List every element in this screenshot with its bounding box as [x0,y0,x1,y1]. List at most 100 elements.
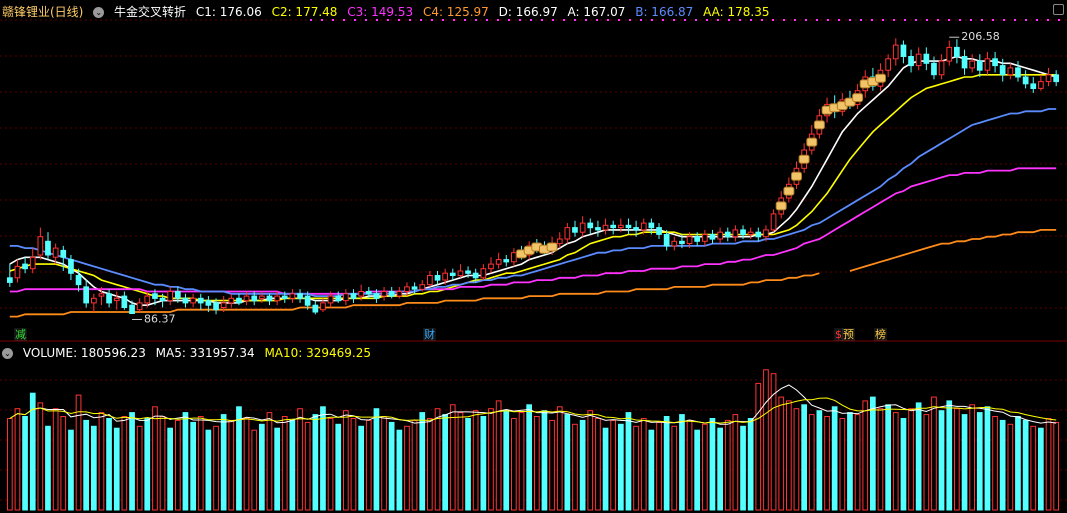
volume-bar [335,423,342,511]
candle [976,60,983,71]
candle [144,295,151,304]
magenta-dot [1036,19,1038,21]
candle [350,293,357,299]
volume-bar [686,419,693,511]
volume-bar [694,429,700,511]
volume-bar [427,418,433,511]
candle [488,263,494,270]
event-badge-forecast[interactable]: 预 [842,328,855,341]
candle [175,291,181,299]
volume-bar [923,414,930,511]
candle [159,297,166,302]
candle [1045,74,1052,83]
candle [427,275,433,286]
volume-bar [259,423,265,511]
yellow-signal-marker [775,201,787,211]
magenta-dot [915,19,917,21]
candle [633,227,639,231]
volume-bar [495,400,502,511]
volume-bar [136,425,143,511]
volume-bar [931,396,937,511]
volume-bar [518,412,525,511]
candle [579,222,586,233]
event-badge-list[interactable]: 榜 [874,328,887,341]
volume-bar [228,419,235,511]
volume-bar [457,412,464,511]
indicator-name[interactable]: 牛金交叉转折 [114,5,186,19]
volume-bar [610,419,616,511]
candle [106,293,112,304]
candle [251,295,258,302]
candle [946,46,953,62]
volume-bar [60,416,67,511]
candle [304,295,311,306]
candle [885,58,891,71]
volume-bar [1022,419,1029,511]
volume-bar [205,429,212,511]
volume-bar [984,406,991,511]
magenta-dot [959,19,961,21]
candle [709,234,716,240]
magenta-dot [948,19,950,21]
magenta-dot [871,19,873,21]
candle [1007,67,1014,76]
c2-value: C2: 177.48 [271,5,338,19]
volume-bar [572,423,578,511]
candle [511,252,517,263]
volume-bar [808,414,815,511]
volume-bar [144,418,151,511]
volume-bar [862,400,869,511]
volume-bar [969,404,975,511]
volume-bar [281,416,288,511]
candle [213,302,219,311]
candle [702,234,708,242]
volume-bar [892,412,899,511]
candle [91,297,97,304]
volume-bar [297,408,303,511]
volume-bars [7,369,1060,511]
candle [404,286,410,292]
candle [83,286,90,304]
volume-bar [22,416,28,511]
volume-bar [83,419,90,511]
volume-bar [220,414,227,511]
candle [938,60,945,76]
event-badge-finance[interactable]: 财 [423,328,436,341]
candle [640,222,647,231]
candle [266,295,273,302]
magenta-dot [849,19,851,21]
volume-bar [793,408,800,511]
volume-bar [908,408,914,511]
event-badge-reduce[interactable]: 减 [14,328,27,341]
candle [457,270,464,277]
volume-bar [98,412,105,511]
volume-bar [121,416,128,511]
volume-bar [915,402,922,511]
chevron-down-icon[interactable]: ⌄ [93,7,105,18]
volume-bar [854,414,861,511]
volume-bar [465,418,471,511]
magenta-dot [1014,19,1016,21]
chevron-down-icon[interactable]: ⌄ [2,348,13,359]
volume-bar [167,427,174,511]
close-icon[interactable] [1053,4,1064,15]
candle [449,272,456,277]
volume-bar [404,425,410,511]
volume-bar [755,382,762,511]
candle [312,304,319,313]
candle [167,291,174,302]
volume-bar [365,419,372,511]
candle [327,295,334,304]
volume-bar [663,416,670,511]
volume-bar [786,400,792,511]
aa-value: AA: 178.35 [703,5,770,19]
c3-value: C3: 149.53 [347,5,414,19]
candle [381,291,387,297]
volume-bar [449,404,456,511]
candle [908,56,914,67]
volume-bar [1007,423,1014,511]
candle [495,259,502,265]
candle [197,297,204,304]
volume-bar [419,412,426,511]
volume-bar [747,418,754,511]
